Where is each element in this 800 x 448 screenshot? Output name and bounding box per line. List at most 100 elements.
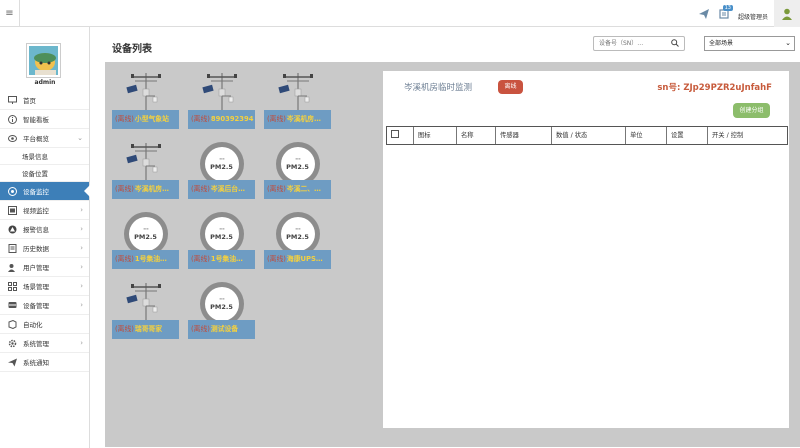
device-status: (离线) xyxy=(115,115,134,123)
device-tile[interactable]: (离线)瑞哥哥家 xyxy=(112,281,179,339)
user-icon[interactable] xyxy=(774,0,800,27)
device-caption: (离线)1号集油… xyxy=(188,250,255,269)
column-header: 传感器 xyxy=(496,127,552,144)
device-name: 瑞哥哥家 xyxy=(134,325,163,333)
device-caption: (离线)测试设备 xyxy=(188,320,255,339)
users-icon xyxy=(8,263,17,272)
device-tile[interactable]: ꞏ ꞏ ꞏ PM2.5 (离线)岑溪二、… xyxy=(264,141,331,199)
column-header: 图标 xyxy=(414,127,457,144)
pm25-label: PM2.5 xyxy=(286,163,309,171)
status-badge[interactable]: 离线 xyxy=(498,80,523,94)
pm25-label: PM2.5 xyxy=(210,233,233,241)
pm25-label: PM2.5 xyxy=(134,233,157,241)
select-all-cell xyxy=(387,127,414,144)
sidebar-menu: 首页 智能看板 平台概览 ⌄ 场景信息 设备位置 设备监控 视频监控 › 报警信… xyxy=(0,91,90,372)
chevron-right-icon: › xyxy=(80,206,83,214)
sidebar-item-label: 设备位置 xyxy=(22,170,48,178)
device-status: (离线) xyxy=(267,115,286,123)
chevron-right-icon: › xyxy=(80,244,83,252)
sidebar-item-device-monitor[interactable]: 设备监控 xyxy=(0,182,90,201)
device-name: 海康UPS… xyxy=(286,255,323,263)
column-header: 开关 / 控制 xyxy=(712,132,744,139)
sidebar-item-home[interactable]: 首页 xyxy=(0,91,89,110)
monitor-icon xyxy=(8,96,17,105)
chevron-down-icon: ⌄ xyxy=(77,134,83,142)
sidebar-item-label: 设备监控 xyxy=(23,188,49,196)
device-tile[interactable]: (离线)岑溪机房… xyxy=(112,141,179,199)
device-tile[interactable]: ꞏ ꞏ ꞏ PM2.5 (离线)海康UPS… xyxy=(264,211,331,269)
sidebar-item-label: 报警信息 xyxy=(23,226,49,234)
column-header: 名称 xyxy=(457,127,496,144)
notification-icon[interactable]: 13 xyxy=(714,0,734,27)
pm25-sensor-icon: ꞏ ꞏ ꞏ PM2.5 xyxy=(188,141,255,186)
device-tile[interactable]: (离线)小型气象站 xyxy=(112,71,179,129)
sidebar-item-dashboard[interactable]: 智能看板 xyxy=(0,110,89,129)
sidebar-item-alarm[interactable]: 报警信息 › xyxy=(0,220,89,239)
scene-select[interactable]: 全部场景 ⌄ xyxy=(704,36,795,51)
sidebar-item-users[interactable]: 用户管理 › xyxy=(0,258,89,277)
paper-plane-icon[interactable] xyxy=(694,0,714,27)
search-box xyxy=(593,36,685,51)
profile: admin xyxy=(0,27,89,91)
device-name: 1号集油… xyxy=(134,255,167,263)
page-title: 设备列表 xyxy=(112,44,152,55)
column-header: 数值 / 状态 xyxy=(552,127,626,144)
device-name: 岑溪二、… xyxy=(286,185,321,193)
device-tile[interactable]: (离线)890392394 xyxy=(188,71,255,129)
device-caption: (离线)岑溪机房… xyxy=(112,180,179,199)
device-detail-title: 岑溪机房临时监测 xyxy=(404,83,473,93)
radar-icon xyxy=(8,186,17,196)
pm25-sensor-icon: ꞏ ꞏ ꞏ PM2.5 xyxy=(188,211,255,256)
device-caption: (离线)岑溪后台… xyxy=(188,180,255,199)
search-input[interactable] xyxy=(594,37,664,50)
device-caption: (离线)岑溪二、… xyxy=(264,180,331,199)
sidebar-item-automation[interactable]: 自动化 xyxy=(0,315,89,334)
chevron-right-icon: › xyxy=(80,301,83,309)
automation-icon xyxy=(8,319,17,329)
sidebar-item-history[interactable]: 历史数据 › xyxy=(0,239,89,258)
device-name: 1号集油… xyxy=(210,255,243,263)
pm25-sensor-icon: ꞏ ꞏ ꞏ PM2.5 xyxy=(188,281,255,326)
pm25-label: PM2.5 xyxy=(286,233,309,241)
alert-icon xyxy=(8,225,17,234)
sidebar-item-device-location[interactable]: 设备位置 xyxy=(0,165,89,182)
pm25-label: PM2.5 xyxy=(210,163,233,171)
sidebar-item-scene-info[interactable]: 场景信息 xyxy=(0,148,89,165)
device-status: (离线) xyxy=(191,325,210,333)
device-caption: (离线)瑞哥哥家 xyxy=(112,320,179,339)
device-name: 小型气象站 xyxy=(134,115,169,123)
history-icon xyxy=(8,243,17,253)
search-icon[interactable] xyxy=(671,39,679,49)
device-status: (离线) xyxy=(115,185,134,193)
device-tile[interactable]: (离线)岑溪机房… xyxy=(264,71,331,129)
weather-station-icon xyxy=(264,71,331,111)
sidebar-item-system[interactable]: 系统管理 › xyxy=(0,334,89,353)
sidebar-item-notifications[interactable]: 系统通知 xyxy=(0,353,89,372)
device-tile[interactable]: ꞏ ꞏ ꞏ PM2.5 (离线)测试设备 xyxy=(188,281,255,339)
column-header: 设置 xyxy=(667,127,708,144)
sidebar-item-devices[interactable]: 设备管理 › xyxy=(0,296,89,315)
select-all-checkbox[interactable] xyxy=(391,130,399,138)
create-group-button[interactable]: 创建分组 xyxy=(733,103,770,118)
column-header: 单位 xyxy=(626,127,667,144)
sidebar-item-overview[interactable]: 平台概览 ⌄ xyxy=(0,129,89,148)
device-caption: (离线)小型气象站 xyxy=(112,110,179,129)
device-tile[interactable]: ꞏ ꞏ ꞏ PM2.5 (离线)岑溪后台… xyxy=(188,141,255,199)
avatar[interactable] xyxy=(27,44,60,77)
chevron-right-icon: › xyxy=(80,282,83,290)
scene-select-value: 全部场景 xyxy=(709,40,734,47)
device-status: (离线) xyxy=(191,185,210,193)
hamburger-icon[interactable]: ≡ xyxy=(0,0,20,27)
sidebar-item-label: 视频监控 xyxy=(23,207,49,215)
device-tile[interactable]: ꞏ ꞏ ꞏ PM2.5 (离线)1号集油… xyxy=(188,211,255,269)
username[interactable]: 超级管理员 xyxy=(734,12,774,21)
sidebar-item-label: 系统通知 xyxy=(23,359,49,367)
device-tile[interactable]: ꞏ ꞏ ꞏ PM2.5 (离线)1号集油… xyxy=(112,211,179,269)
sidebar-item-label: 用户管理 xyxy=(23,264,49,272)
weather-station-icon xyxy=(112,141,179,181)
sidebar-item-video[interactable]: 视频监控 › xyxy=(0,201,89,220)
device-name: 岑溪机房… xyxy=(286,115,321,123)
device-detail-card: 岑溪机房临时监测 离线 sn号: ZJp29PZR2uJnfahF 创建分组 图… xyxy=(383,71,789,428)
device-panel: (离线)小型气象站 (离线)890392394 (离线)岑溪机房… (离线)岑溪机房…… xyxy=(105,62,800,447)
sidebar-item-scenes[interactable]: 场景管理 › xyxy=(0,277,89,296)
